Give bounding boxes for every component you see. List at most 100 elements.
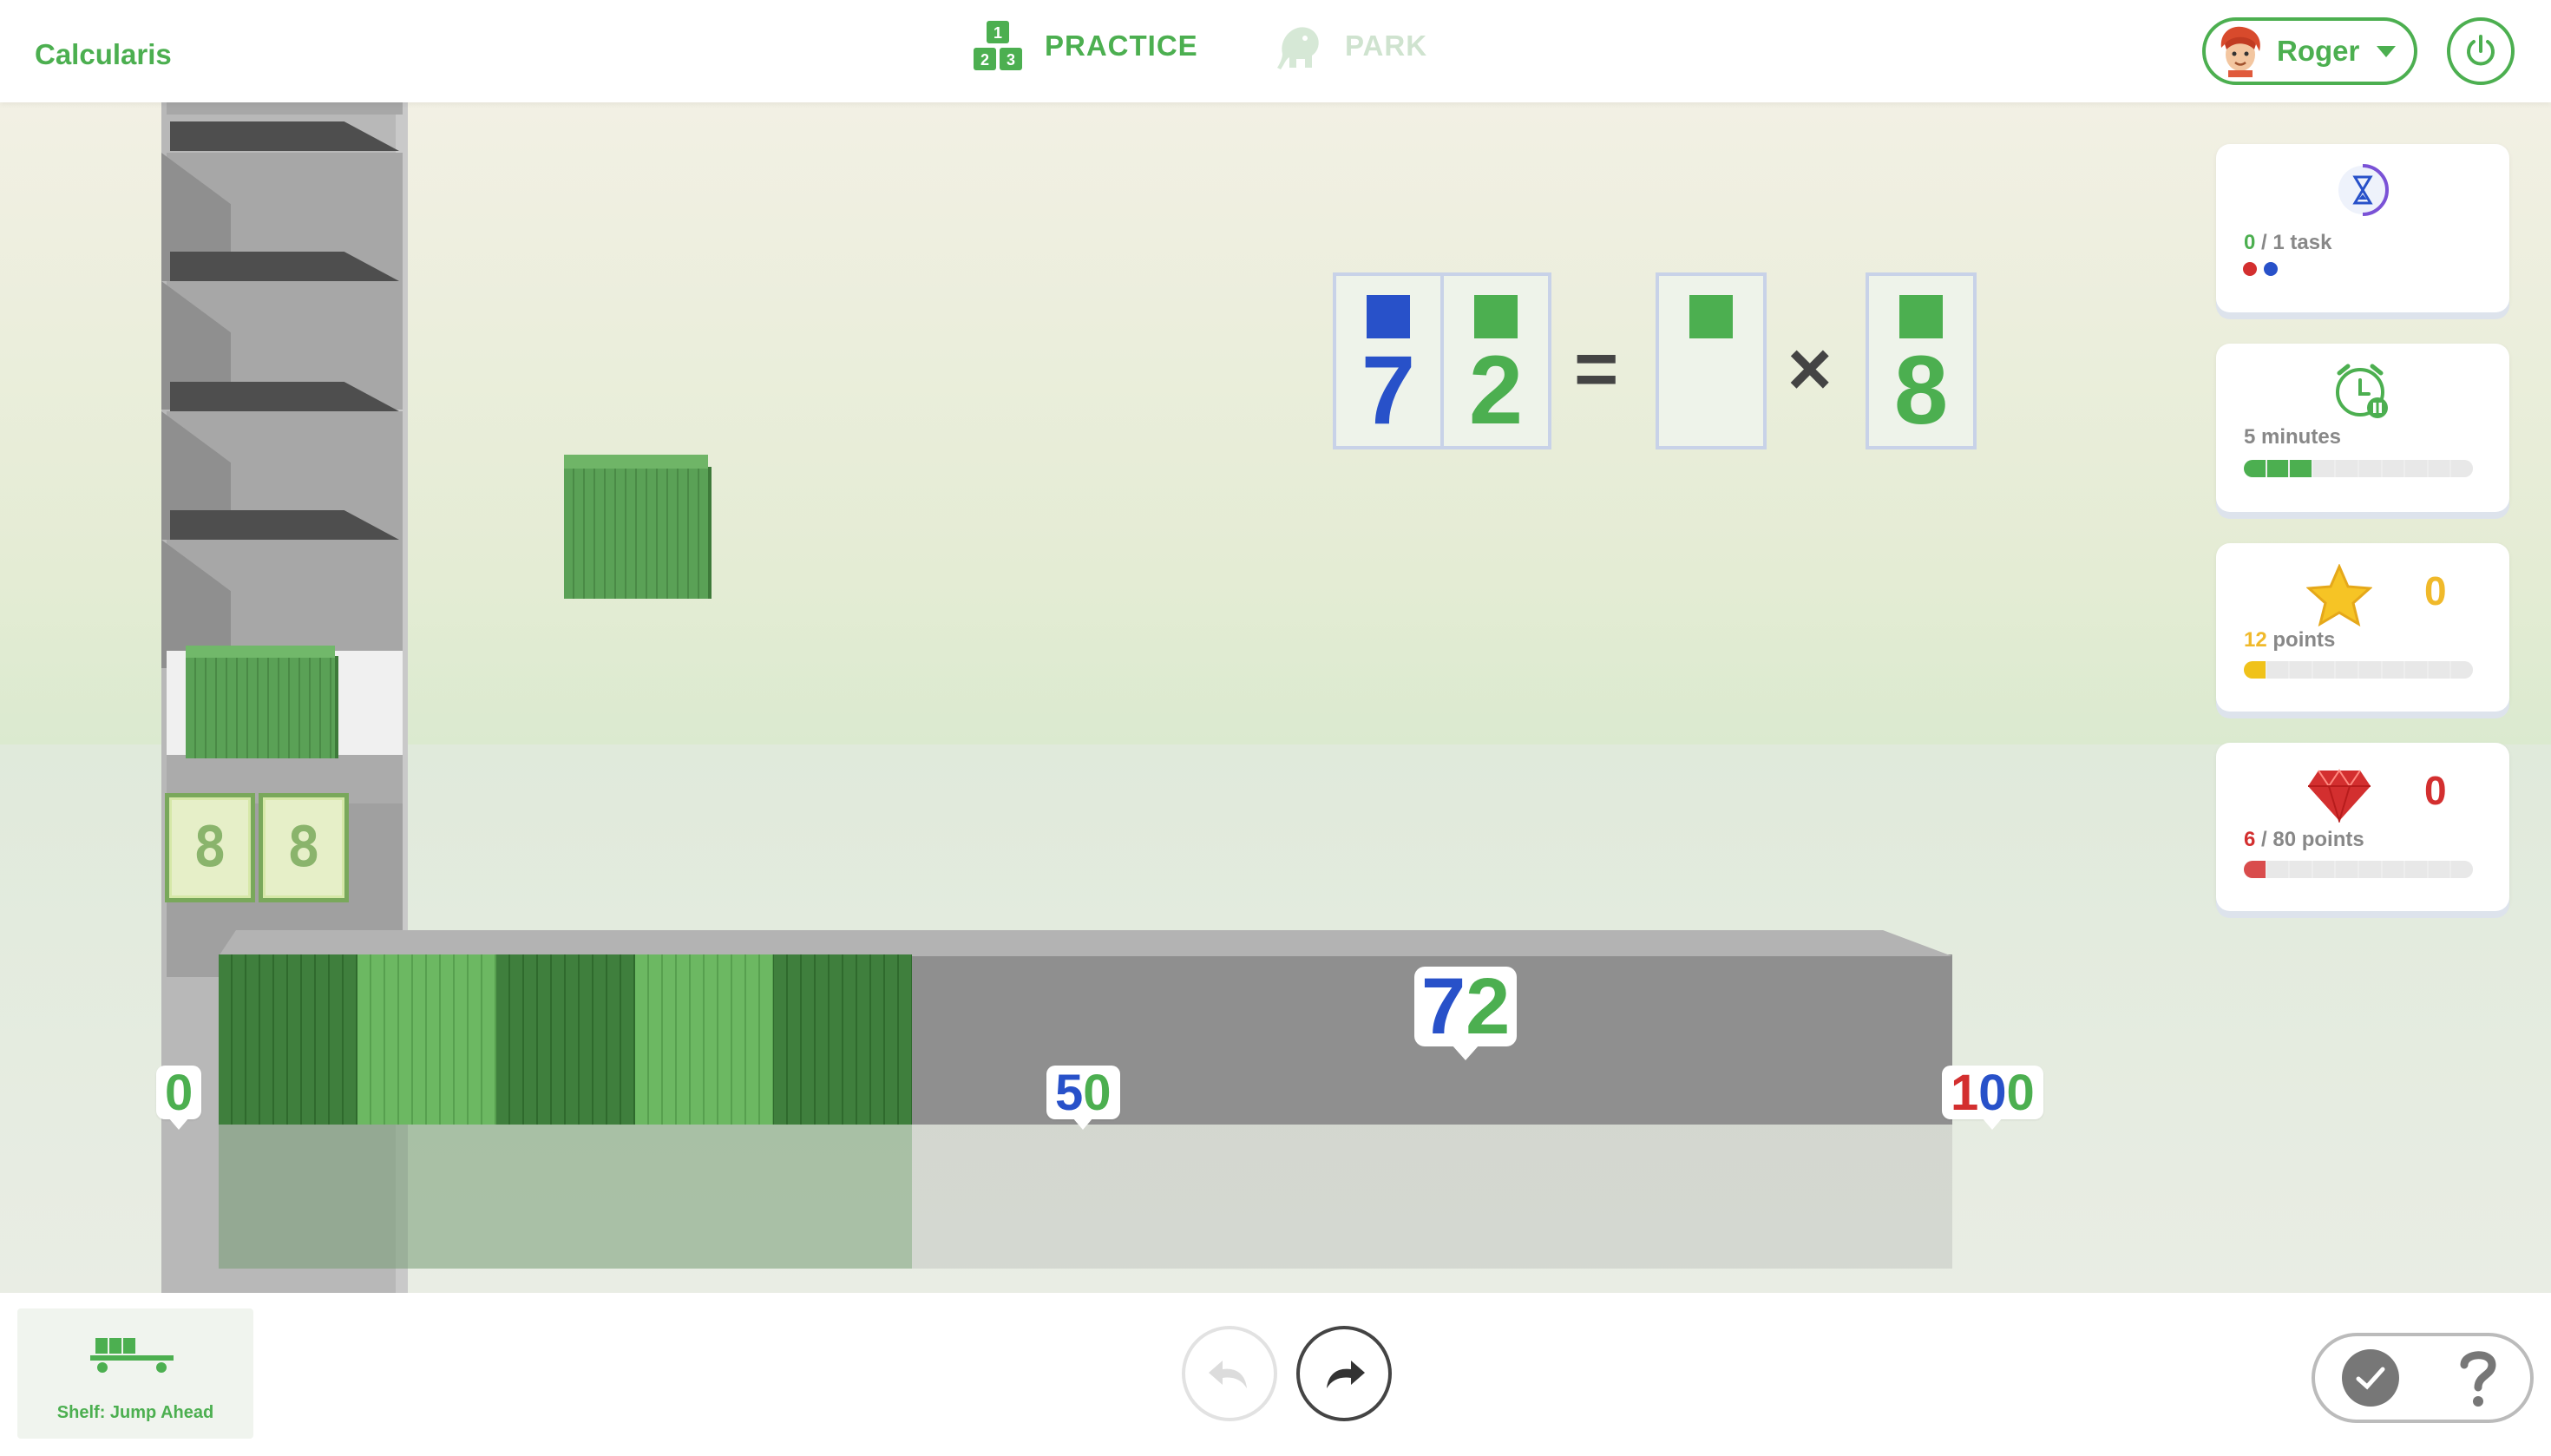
equals-sign: = <box>1574 325 1619 411</box>
progress-segment <box>2336 861 2358 878</box>
factor-digit: 8 <box>1893 336 1949 444</box>
progress-segment <box>2428 661 2450 679</box>
progress-segment <box>2382 861 2404 878</box>
svg-text:1: 1 <box>994 24 1002 42</box>
progress-segment <box>2451 460 2473 477</box>
nav-practice[interactable]: 1 2 3 PRACTICE <box>972 17 1198 75</box>
progress-segment <box>2266 661 2289 679</box>
logout-button[interactable] <box>2447 17 2515 85</box>
task-card: 0 / 1 task <box>2216 144 2509 312</box>
equation-ones-card: 2 <box>1440 272 1551 449</box>
ones-marker <box>1689 295 1733 338</box>
progress-segment <box>2290 460 2312 477</box>
tens-marker <box>1367 295 1410 338</box>
user-name: Roger <box>2277 35 2360 67</box>
times-sign: × <box>1787 325 1833 411</box>
progress-segment <box>2336 460 2358 477</box>
undo-icon <box>1209 1361 1247 1388</box>
bottom-bar: Shelf: Jump Ahead <box>0 1293 2551 1456</box>
game-scene: 8 8 7 2 = × 8 7 2 0 5 0 1 0 0 0 / 1 task… <box>0 102 2551 1293</box>
tool-label: Shelf: Jump Ahead <box>56 1403 214 1422</box>
ten-block-on-shelf[interactable] <box>186 646 338 758</box>
nav-park[interactable]: PARK <box>1274 17 1427 75</box>
ones-marker <box>1899 295 1943 338</box>
elephant-icon <box>1277 27 1319 70</box>
stars-count: 0 <box>2424 568 2447 613</box>
progress-segment <box>2290 661 2312 679</box>
redo-icon <box>1327 1361 1365 1388</box>
number-blocks-icon: 1 2 3 <box>974 21 1022 70</box>
equation-ones-digit: 2 <box>1468 336 1524 444</box>
track-reflection <box>219 1125 1952 1269</box>
current-value-marker: 72 <box>1414 962 1518 1060</box>
progress-segment <box>2382 460 2404 477</box>
power-icon <box>2467 35 2495 66</box>
time-label: 5 minutes <box>2244 425 2342 449</box>
svg-text:2: 2 <box>980 51 989 69</box>
end-marker: 100 <box>1942 1065 2043 1130</box>
ruby-icon <box>2308 769 2371 823</box>
star-icon <box>2306 564 2372 626</box>
cart-icon <box>90 1338 174 1373</box>
number-line-fill <box>219 954 913 1125</box>
chevron-down-icon <box>2377 45 2397 57</box>
answer-slot[interactable] <box>1656 272 1767 449</box>
equation: 7 2 = × 8 <box>1333 272 1978 451</box>
progress-segment <box>2312 861 2335 878</box>
alarm-clock-icon <box>2336 364 2388 418</box>
nav-practice-label: PRACTICE <box>1045 30 1198 62</box>
progress-segment <box>2312 661 2335 679</box>
avatar <box>2220 26 2260 77</box>
progress-segment <box>2336 661 2358 679</box>
progress-segment <box>2358 460 2381 477</box>
shelf-digit-tile[interactable]: 8 <box>165 793 255 902</box>
gems-progress-bar <box>2244 861 2473 878</box>
help-button[interactable] <box>2452 1343 2504 1413</box>
gems-count: 0 <box>2424 768 2447 813</box>
gems-card: 0 6 / 80 points <box>2216 743 2509 911</box>
progress-segment <box>2358 661 2381 679</box>
dragged-ten-block[interactable] <box>564 455 712 599</box>
progress-segment <box>2244 661 2266 679</box>
ones-marker <box>1474 295 1518 338</box>
start-marker: 0 <box>156 1065 202 1130</box>
progress-segment <box>2312 460 2335 477</box>
stars-progress-bar <box>2244 661 2473 679</box>
undo-button[interactable] <box>1182 1326 1277 1421</box>
app-title: Calcularis <box>35 38 172 70</box>
progress-segment <box>2290 861 2312 878</box>
shelf-jump-ahead-tool[interactable]: Shelf: Jump Ahead <box>17 1308 253 1439</box>
progress-segment <box>2244 861 2266 878</box>
check-help-group <box>2312 1333 2534 1423</box>
equation-tens-card: 7 <box>1333 272 1444 449</box>
progress-segment <box>2405 460 2427 477</box>
redo-button[interactable] <box>1296 1326 1392 1421</box>
progress-segment <box>2266 460 2289 477</box>
time-card: 5 minutes <box>2216 344 2509 512</box>
nav-park-label: PARK <box>1345 30 1428 62</box>
shelf-digit-tile[interactable]: 8 <box>259 793 349 902</box>
hourglass-icon <box>2338 164 2389 216</box>
progress-segment <box>2405 861 2427 878</box>
svg-text:3: 3 <box>1007 51 1015 69</box>
progress-dots <box>2243 262 2278 276</box>
check-icon <box>2356 1367 2384 1390</box>
progress-segment <box>2428 460 2450 477</box>
top-bar: Calcularis 1 2 3 PRACTICE PARK Roger <box>0 0 2551 102</box>
progress-segment <box>2428 861 2450 878</box>
progress-segment <box>2451 861 2473 878</box>
user-menu-button[interactable]: Roger <box>2202 17 2417 85</box>
check-button[interactable] <box>2341 1349 2399 1407</box>
progress-segment <box>2451 661 2473 679</box>
factor-card: 8 <box>1866 272 1977 449</box>
progress-segment <box>2358 861 2381 878</box>
help-icon <box>2460 1351 2496 1407</box>
mid-marker: 50 <box>1046 1065 1120 1130</box>
progress-segment <box>2244 460 2266 477</box>
progress-segment <box>2266 861 2289 878</box>
time-progress-bar <box>2244 460 2473 477</box>
progress-segment <box>2382 661 2404 679</box>
progress-segment <box>2405 661 2427 679</box>
stars-card: 0 12 points <box>2216 543 2509 712</box>
equation-tens-digit: 7 <box>1361 336 1416 444</box>
